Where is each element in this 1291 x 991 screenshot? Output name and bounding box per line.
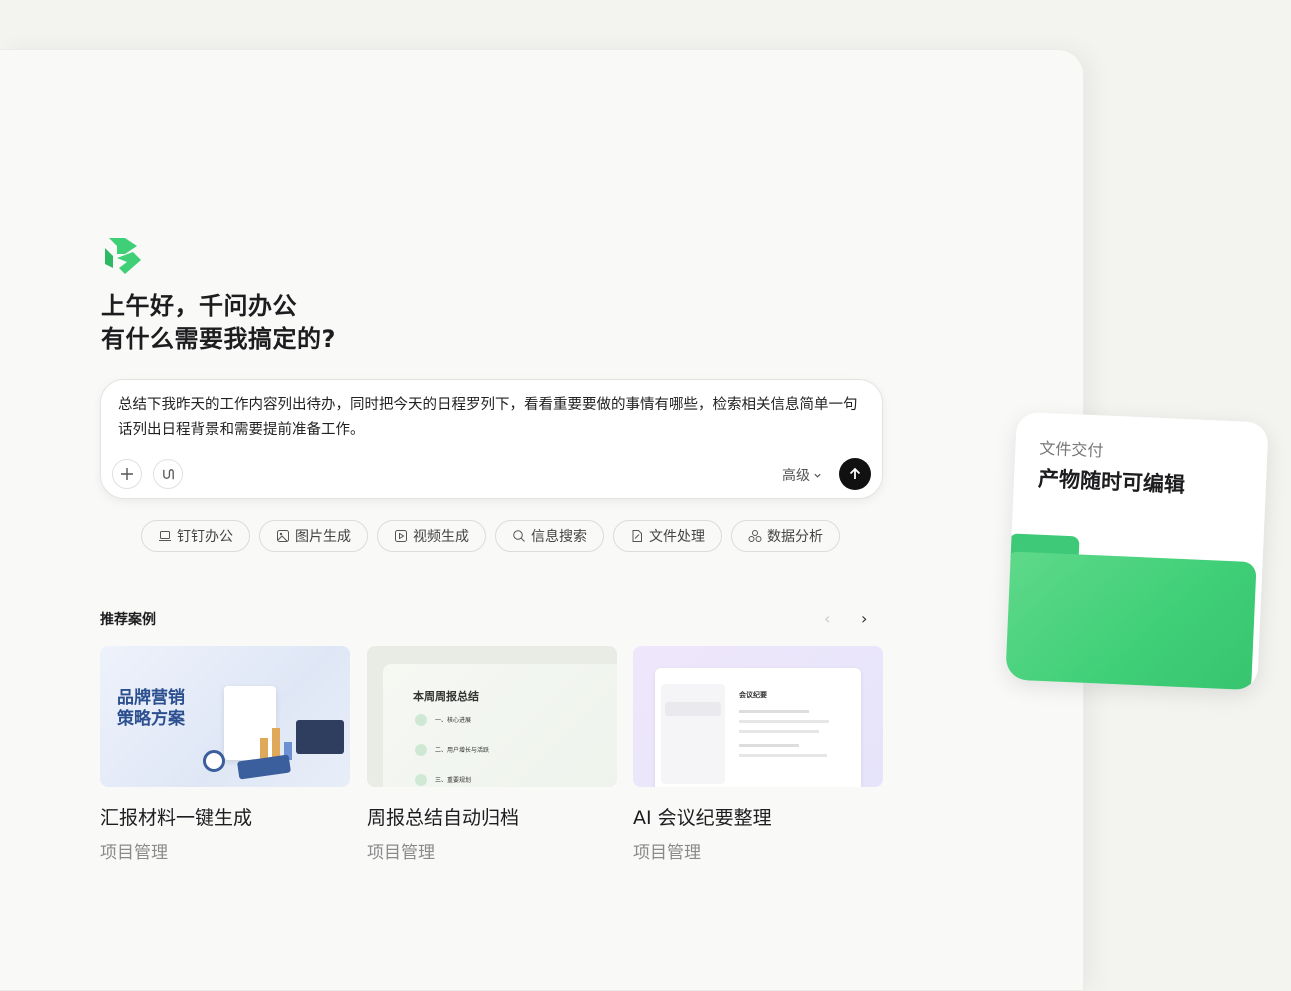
search-icon — [513, 530, 525, 542]
add-button[interactable] — [112, 459, 142, 489]
quick-actions: 钉钉办公 图片生成 视频生成 信息搜索 文件处理 数据分析 — [141, 520, 840, 552]
case-thumbnail: 本周周报总结 一、核心进展 二、用户增长与活跃 三、重要规划 — [367, 646, 617, 787]
case-card[interactable]: 品牌营销 策略方案 汇报材料一键生成 项目管理 — [100, 646, 351, 863]
chip-label: 钉钉办公 — [177, 529, 233, 545]
arrow-up-icon — [849, 467, 861, 479]
tools-button[interactable] — [153, 459, 183, 489]
prompt-input-box[interactable]: 总结下我昨天的工作内容列出待办，同时把今天的日程罗列下，看看重要要做的事情有哪些… — [100, 379, 883, 499]
image-icon — [277, 530, 289, 542]
next-button[interactable]: › — [861, 609, 867, 628]
app-logo — [105, 238, 141, 274]
chip-dingtalk[interactable]: 钉钉办公 — [141, 520, 250, 552]
prev-button[interactable]: ‹ — [824, 609, 830, 628]
case-title: 汇报材料一键生成 — [100, 807, 253, 829]
video-icon — [395, 530, 407, 542]
file-delivery-card: 文件交付 产物随时可编辑 — [1005, 411, 1269, 691]
file-delivery-subtitle: 文件交付 — [1038, 438, 1104, 461]
chip-data[interactable]: 数据分析 — [731, 520, 840, 552]
case-card[interactable]: 会议纪要 AI 会议纪要整理 项目管理 — [633, 646, 884, 863]
case-card[interactable]: 本周周报总结 一、核心进展 二、用户增长与活跃 三、重要规划 周报总结自动归档 … — [367, 646, 618, 863]
data-icon — [748, 530, 762, 542]
greeting-line-2: 有什么需要我搞定的? — [101, 325, 336, 353]
advanced-label: 高级 — [782, 468, 810, 484]
case-thumbnail: 品牌营销 策略方案 — [100, 646, 350, 787]
chip-label: 视频生成 — [413, 529, 469, 545]
chevron-down-icon — [814, 473, 821, 478]
chip-label: 信息搜索 — [531, 529, 587, 545]
file-icon — [632, 530, 642, 542]
chip-label: 文件处理 — [649, 529, 705, 545]
prompt-text[interactable]: 总结下我昨天的工作内容列出待办，同时把今天的日程罗列下，看看重要要做的事情有哪些… — [118, 393, 870, 443]
case-category: 项目管理 — [367, 843, 435, 863]
greeting: 上午好，千问办公 有什么需要我搞定的? — [101, 290, 336, 356]
advanced-dropdown[interactable]: 高级 — [782, 465, 822, 485]
thumb-item: 三、重要规划 — [435, 777, 472, 784]
file-delivery-title: 产物随时可编辑 — [1037, 466, 1186, 498]
chip-video-gen[interactable]: 视频生成 — [377, 520, 486, 552]
folder-icon — [1005, 551, 1257, 691]
case-category: 项目管理 — [100, 843, 168, 863]
chip-label: 图片生成 — [295, 529, 351, 545]
laptop-icon — [159, 531, 171, 541]
chip-file[interactable]: 文件处理 — [613, 520, 722, 552]
thumb-item: 一、核心进展 — [435, 717, 472, 724]
connector-icon — [162, 468, 174, 479]
chip-label: 数据分析 — [767, 529, 823, 545]
thumb-title: 本周周报总结 — [413, 690, 479, 703]
case-thumbnail: 会议纪要 — [633, 646, 883, 787]
thumb-item: 二、用户增长与活跃 — [435, 747, 490, 754]
thumb-title: 会议纪要 — [739, 691, 767, 699]
recommend-title: 推荐案例 — [100, 612, 156, 628]
case-title: 周报总结自动归档 — [367, 807, 520, 829]
case-title: AI 会议纪要整理 — [633, 807, 772, 829]
greeting-line-1: 上午好，千问办公 — [101, 292, 297, 320]
chip-search[interactable]: 信息搜索 — [495, 520, 604, 552]
send-button[interactable] — [839, 458, 871, 490]
chip-image-gen[interactable]: 图片生成 — [259, 520, 368, 552]
thumb-title: 品牌营销 策略方案 — [117, 688, 185, 729]
plus-icon — [121, 468, 133, 480]
case-category: 项目管理 — [633, 843, 701, 863]
